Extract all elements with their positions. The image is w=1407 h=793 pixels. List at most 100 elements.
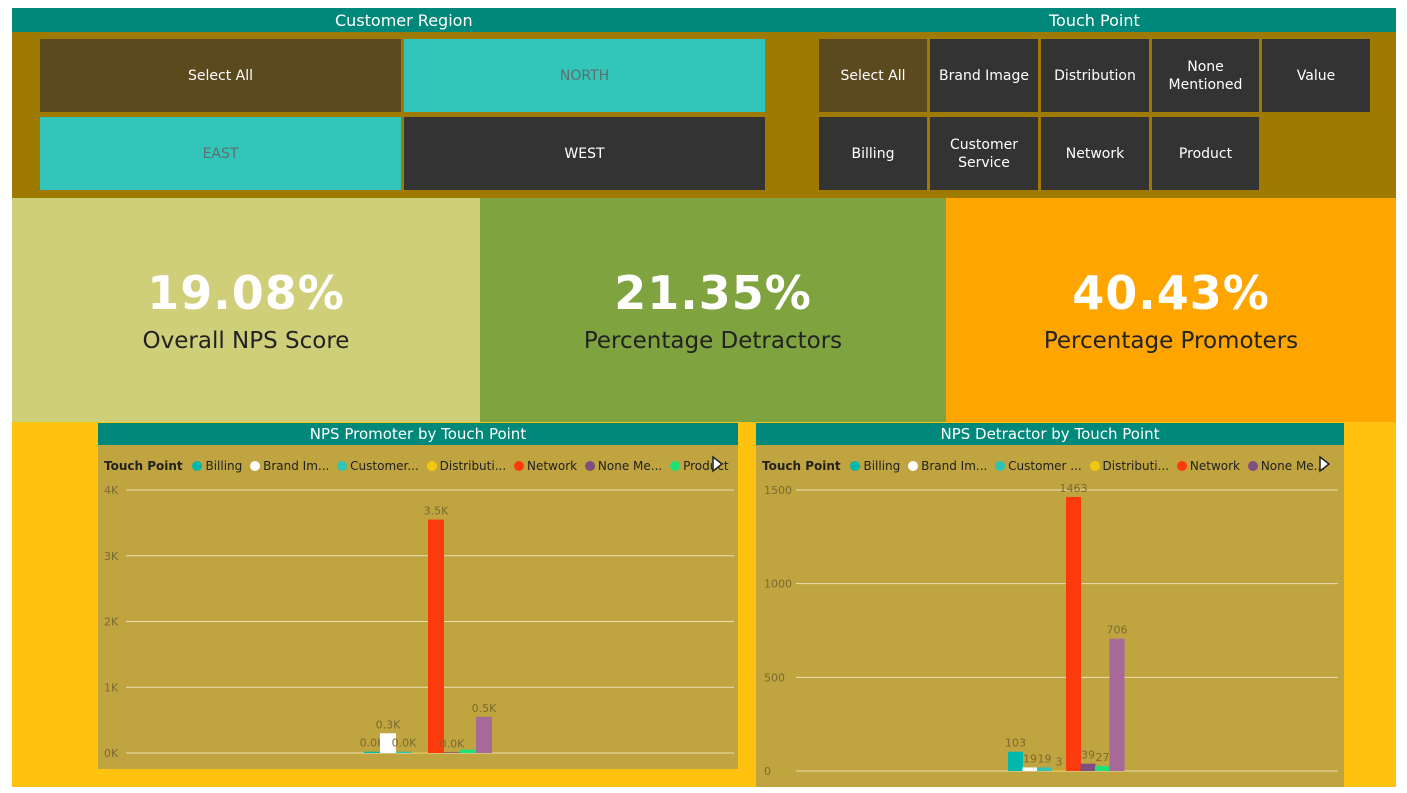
legend-item[interactable]: None Me... <box>1247 459 1325 473</box>
legend-dot <box>670 461 681 471</box>
bar-product[interactable] <box>460 749 476 753</box>
promoter-chart-panel: NPS Promoter by Touch Point Touch Point … <box>98 423 738 769</box>
legend-item[interactable]: Distributi... <box>1089 459 1170 473</box>
data-label: 1463 <box>1060 482 1088 495</box>
y-tick-label: 1K <box>104 681 119 694</box>
kpi-card-nps-score: 19.08% Overall NPS Score <box>12 198 480 422</box>
bar-value[interactable] <box>476 716 492 753</box>
bar-network[interactable] <box>428 519 444 753</box>
y-tick-label: 0K <box>104 747 119 760</box>
region-tile-select-all[interactable]: Select All <box>40 39 401 112</box>
touchpoint-tile-customer-service[interactable]: Customer Service <box>930 117 1038 190</box>
legend-dot <box>850 461 861 471</box>
legend-dot <box>1176 461 1187 471</box>
legend-title: Touch Point <box>762 459 841 473</box>
bar-none-mentioned[interactable] <box>1080 763 1096 771</box>
y-tick-label: 2K <box>104 616 119 629</box>
kpi-card-promoters: 40.43% Percentage Promoters <box>946 198 1396 422</box>
bar-value[interactable] <box>1109 638 1125 771</box>
legend-dot <box>908 461 919 471</box>
data-label: 103 <box>1005 737 1026 750</box>
chart-legend: Touch Point Billing Brand Im... Customer… <box>762 459 1329 473</box>
legend-item[interactable]: Network <box>1176 459 1240 473</box>
y-tick-label: 500 <box>764 671 785 684</box>
slicer-header-bar: Customer Region Touch Point <box>12 8 1396 32</box>
bar-customer-service[interactable] <box>1037 767 1052 771</box>
y-tick-label: 0 <box>764 765 771 778</box>
legend-label: Billing <box>863 459 901 473</box>
bar-distribution[interactable] <box>412 752 428 754</box>
legend-label: Customer ... <box>1008 459 1082 473</box>
kpi-value: 21.35% <box>614 266 812 320</box>
legend-dot <box>995 461 1006 471</box>
touchpoint-tile-brand-image[interactable]: Brand Image <box>930 39 1038 112</box>
legend-next-arrow-icon[interactable] <box>1317 455 1331 473</box>
legend-dot <box>426 461 437 471</box>
y-tick-label: 1000 <box>764 578 792 591</box>
data-label: 39 <box>1081 749 1095 762</box>
kpi-label: Percentage Detractors <box>583 328 843 354</box>
bar-product[interactable] <box>1095 765 1110 771</box>
kpi-value: 19.08% <box>147 266 345 320</box>
chart-title: NPS Detractor by Touch Point <box>756 423 1344 445</box>
touchpoint-tile-distribution[interactable]: Distribution <box>1041 39 1149 112</box>
legend-dot <box>337 461 348 471</box>
legend-label: Brand Im... <box>263 459 330 473</box>
bar-distribution[interactable] <box>1051 770 1067 771</box>
bar-none-mentioned[interactable] <box>444 752 460 753</box>
kpi-label: Percentage Promoters <box>1043 328 1299 354</box>
legend-item[interactable]: Customer ... <box>995 459 1082 473</box>
bar-billing[interactable] <box>364 751 380 753</box>
bar-customer-service[interactable] <box>396 751 412 753</box>
bar-network[interactable] <box>1066 496 1081 771</box>
data-label: 27 <box>1096 751 1110 764</box>
legend-title: Touch Point <box>104 459 183 473</box>
y-tick-label: 1500 <box>764 484 792 497</box>
region-tile-west[interactable]: WEST <box>404 117 765 190</box>
legend-item[interactable]: Network <box>513 459 577 473</box>
data-label: 19 <box>1038 752 1052 765</box>
bar-brand-image[interactable] <box>380 733 396 753</box>
legend-item[interactable]: Billing <box>192 459 242 473</box>
legend-dot <box>513 461 524 471</box>
data-label: 0.0K <box>360 737 385 750</box>
data-label: 3.5K <box>424 505 449 518</box>
touchpoint-tile-select-all[interactable]: Select All <box>819 39 927 112</box>
legend-dot <box>1247 461 1258 471</box>
legend-label: None Me... <box>597 459 663 473</box>
region-tile-east[interactable]: EAST <box>40 117 401 190</box>
legend-label: Network <box>1189 459 1240 473</box>
promoter-bar-chart: 0K 1K 2K 3K 4K 0.0K 0.3K 0.0K 3.5K 0.0K 0.5K <box>104 484 734 760</box>
region-slicer-title: Customer Region <box>335 11 473 30</box>
data-label: 0.3K <box>376 718 401 731</box>
touchpoint-tile-billing[interactable]: Billing <box>819 117 927 190</box>
legend-item[interactable]: Brand Im... <box>250 459 329 473</box>
legend-item[interactable]: Brand Im... <box>908 459 987 473</box>
y-tick-label: 4K <box>104 484 119 497</box>
legend-item[interactable]: Distributi... <box>426 459 507 473</box>
legend-dot <box>1089 461 1100 471</box>
data-label: 0.0K <box>440 737 465 750</box>
legend-label: Customer... <box>350 459 419 473</box>
legend-item[interactable]: Billing <box>850 459 900 473</box>
legend-dot <box>584 461 595 471</box>
legend-label: Billing <box>205 459 243 473</box>
touchpoint-tile-none-mentioned[interactable]: None Mentioned <box>1152 39 1259 112</box>
data-label: 0.0K <box>392 737 417 750</box>
kpi-card-detractors: 21.35% Percentage Detractors <box>480 198 946 422</box>
touchpoint-tile-value[interactable]: Value <box>1262 39 1370 112</box>
legend-item[interactable]: None Me... <box>584 459 663 473</box>
touchpoint-tile-product[interactable]: Product <box>1152 117 1259 190</box>
touchpoint-slicer-title: Touch Point <box>1049 11 1140 30</box>
y-tick-label: 3K <box>104 550 119 563</box>
legend-item[interactable]: Customer... <box>337 459 419 473</box>
legend-next-arrow-icon[interactable] <box>710 455 724 473</box>
legend-label: Distributi... <box>439 459 507 473</box>
touchpoint-tile-network[interactable]: Network <box>1041 117 1149 190</box>
region-tile-north[interactable]: NORTH <box>404 39 765 112</box>
bar-brand-image[interactable] <box>1022 767 1038 771</box>
legend-label: Distributi... <box>1102 459 1170 473</box>
legend-dot <box>192 461 203 471</box>
bar-billing[interactable] <box>1008 751 1023 771</box>
chart-title: NPS Promoter by Touch Point <box>98 423 738 445</box>
